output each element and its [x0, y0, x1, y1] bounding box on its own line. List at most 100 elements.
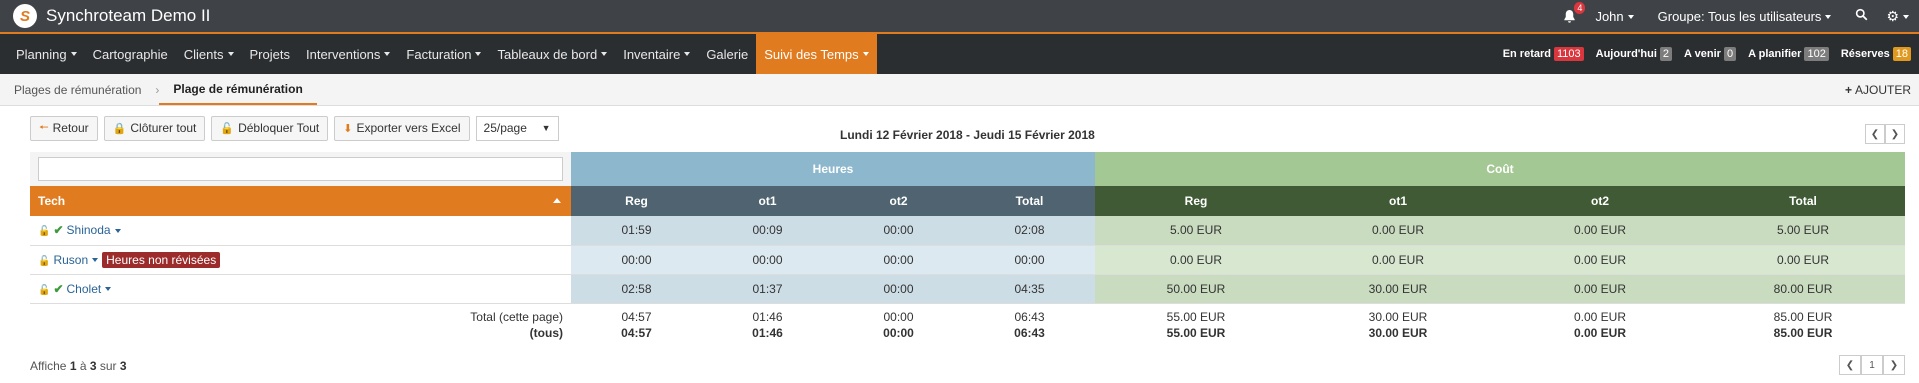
nav-facturation[interactable]: Facturation	[398, 34, 489, 74]
nav-cartographie[interactable]: Cartographie	[85, 34, 176, 74]
check-icon: ✔	[53, 281, 64, 296]
tech-name-dropdown[interactable]: Ruson	[53, 253, 98, 267]
total-hours-total: 06:43	[964, 303, 1095, 324]
stat-label: Réserves	[1840, 48, 1890, 60]
chevron-right-icon[interactable]: ❯	[1883, 355, 1905, 375]
hours-reg-cell: 00:00	[571, 245, 702, 275]
hours-reg-cell: 02:58	[571, 274, 702, 304]
chevron-left-icon[interactable]: ❮	[1839, 355, 1861, 375]
hours-total-cell: 04:35	[964, 274, 1095, 304]
tech-cell: 🔓 Ruson Heures non révisées	[30, 245, 571, 275]
column-header-hours-reg[interactable]: Reg	[571, 186, 702, 216]
nav-suivi-des-temps[interactable]: Suivi des Temps	[756, 34, 877, 74]
nav-inventaire[interactable]: Inventaire	[615, 34, 698, 74]
column-header-tech[interactable]: Tech	[30, 186, 571, 216]
status-counters: En retard 1103 Aujourd'hui 2 A venir 0 A pl…	[1491, 34, 1919, 74]
cost-reg-cell: 5.00 EUR	[1095, 216, 1297, 246]
cost-ot2-cell: 0.00 EUR	[1499, 274, 1701, 304]
group-header-cost: Coût	[1095, 152, 1906, 186]
breadcrumb-parent[interactable]: Plages de rémunération	[0, 74, 155, 105]
cost-reg-cell: 50.00 EUR	[1095, 274, 1297, 304]
lock-icon: 🔒	[112, 122, 127, 135]
group-menu[interactable]: Groupe: Tous les utilisateurs	[1658, 9, 1832, 24]
add-button[interactable]: + AJOUTER	[1845, 74, 1919, 105]
nav-clients[interactable]: Clients	[176, 34, 242, 74]
per-page-select[interactable]: 25/page ▼	[475, 115, 559, 141]
arrow-left-icon: 🠔	[39, 121, 49, 134]
breadcrumb-current: Plage de rémunération	[159, 74, 317, 105]
column-header-hours-total[interactable]: Total	[964, 186, 1095, 216]
tech-name-dropdown[interactable]: Shinoda	[67, 223, 121, 237]
cost-total-cell: 80.00 EUR	[1701, 274, 1906, 304]
nav-planning[interactable]: Planning	[0, 34, 85, 74]
hours-ot2-cell: 00:00	[833, 274, 964, 304]
unlock-icon[interactable]: 🔓	[38, 256, 50, 267]
unlock-icon[interactable]: 🔓	[38, 285, 50, 296]
nav-galerie[interactable]: Galerie	[698, 34, 756, 74]
cost-total-cell: 5.00 EUR	[1701, 216, 1906, 246]
nav-tableaux-de-bord[interactable]: Tableaux de bord	[489, 34, 615, 74]
triangle-down-icon: ▼	[541, 123, 551, 133]
stat-reserves[interactable]: Réserves 18	[1841, 47, 1911, 61]
cost-ot2-cell: 0.00 EUR	[1499, 245, 1701, 275]
pagination-info: Affiche 1 à 3 sur 3	[30, 359, 127, 373]
back-button[interactable]: 🠔 Retour	[30, 115, 98, 141]
table-row: 🔓 ✔ Shinoda 01:59 00:09 00:00 02:08 5.00 E…	[30, 216, 1906, 246]
stat-a-venir[interactable]: A venir 0	[1684, 47, 1737, 61]
app-logo[interactable]: S	[13, 4, 37, 28]
hours-reg-cell: 01:59	[571, 216, 702, 246]
back-button-label: Retour	[52, 121, 89, 135]
export-excel-button[interactable]: ⬇ Exporter vers Excel	[334, 115, 470, 141]
pagination-from: 1	[69, 359, 77, 373]
settings-gear-icon[interactable]: ⚙	[1886, 8, 1909, 25]
column-header-cost-total[interactable]: Total	[1701, 186, 1906, 216]
export-label: Exporter vers Excel	[356, 121, 461, 135]
group-header-hours: Heures	[571, 152, 1095, 186]
column-header-cost-ot2[interactable]: ot2	[1499, 186, 1701, 216]
page-number-button[interactable]: 1	[1861, 355, 1883, 375]
hours-ot1-cell: 00:09	[702, 216, 833, 246]
cost-ot1-cell: 0.00 EUR	[1297, 245, 1499, 275]
hours-ot1-cell: 01:37	[702, 274, 833, 304]
total-page-row: Total (cette page) 04:57 01:46 00:00 06:…	[30, 303, 1906, 324]
search-icon[interactable]	[1855, 8, 1868, 24]
notifications-button[interactable]: 4	[1562, 1, 1586, 24]
stat-label: En retard	[1502, 48, 1551, 60]
close-all-button[interactable]: 🔒 Clôturer tout	[103, 115, 206, 141]
chevron-left-icon[interactable]: ❮	[1865, 124, 1885, 144]
hours-ot1-cell: 00:00	[702, 245, 833, 275]
stat-count-badge: 2	[1659, 47, 1673, 61]
column-header-cost-ot1[interactable]: ot1	[1297, 186, 1499, 216]
tech-name-dropdown[interactable]: Cholet	[67, 282, 112, 296]
main-navbar: Planning Cartographie Clients Projets In…	[0, 34, 1919, 74]
unlock-icon[interactable]: 🔓	[38, 226, 50, 237]
column-header-hours-ot2[interactable]: ot2	[833, 186, 964, 216]
total-all-cost-ot2: 0.00 EUR	[1499, 323, 1701, 343]
check-icon: ✔	[53, 223, 64, 238]
download-icon: ⬇	[343, 122, 353, 135]
stat-en-retard[interactable]: En retard 1103	[1503, 47, 1584, 61]
breadcrumb: Plages de rémunération › Plage de rémuné…	[0, 74, 1919, 106]
nav-projets[interactable]: Projets	[242, 34, 298, 74]
chevron-right-icon[interactable]: ❯	[1885, 124, 1905, 144]
nav-interventions[interactable]: Interventions	[298, 34, 398, 74]
pagination: ❮ 1 ❯	[1839, 355, 1905, 375]
pay-range-table: Heures Coût Tech Reg ot1 ot2 Total Reg o…	[30, 152, 1906, 343]
total-all-hours-total: 06:43	[964, 323, 1095, 343]
column-header-hours-ot1[interactable]: ot1	[702, 186, 833, 216]
user-menu[interactable]: John	[1595, 9, 1633, 24]
total-all-cost-reg: 55.00 EUR	[1095, 323, 1297, 343]
per-page-value: 25/page	[483, 121, 527, 135]
tech-filter-input[interactable]	[38, 157, 563, 181]
column-header-tech-label: Tech	[38, 194, 66, 208]
top-right-menu: 4 John Groupe: Tous les utilisateurs ⚙	[1562, 0, 1919, 32]
unlock-all-button[interactable]: 🔓 Débloquer Tout	[211, 115, 329, 141]
tech-cell: 🔓 ✔ Cholet	[30, 274, 571, 304]
total-cost-total: 85.00 EUR	[1701, 303, 1906, 324]
pagination-prefix: Affiche	[30, 359, 67, 373]
cost-ot2-cell: 0.00 EUR	[1499, 216, 1701, 246]
stat-a-planifier[interactable]: A planifier 102	[1748, 47, 1829, 61]
column-header-cost-reg[interactable]: Reg	[1095, 186, 1297, 216]
stat-aujourdhui[interactable]: Aujourd'hui 2	[1596, 47, 1673, 61]
app-title[interactable]: Synchroteam Demo II	[46, 6, 210, 26]
